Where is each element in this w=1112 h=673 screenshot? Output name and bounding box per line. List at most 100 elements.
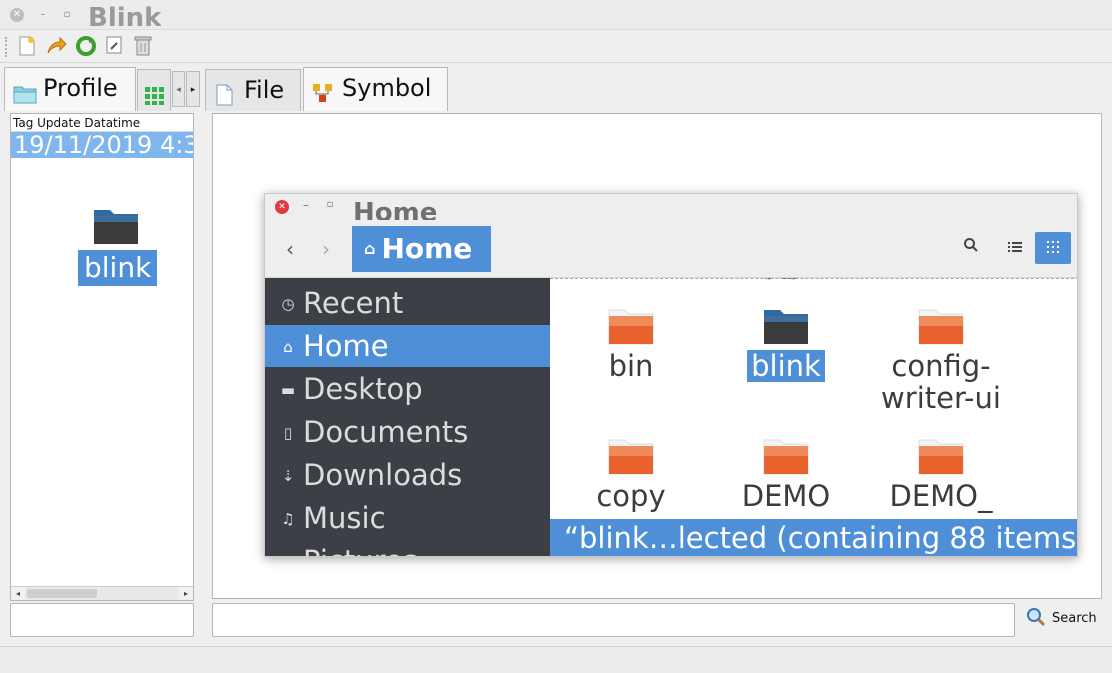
grid-view-icon[interactable] [1035,232,1071,264]
folder-icon [13,76,37,104]
search-input[interactable] [212,603,1015,637]
left-filter-input[interactable] [10,603,194,637]
tab-scroll-left-icon[interactable]: ◂ [172,71,185,107]
scrollbar-thumb[interactable] [27,589,97,598]
scroll-left-icon[interactable]: ◂ [11,587,25,600]
table-row[interactable]: 19/11/2019 4:3 [11,132,193,158]
search-button[interactable]: Search [1020,602,1104,636]
tab-profile[interactable]: Profile [4,67,136,111]
fm-file-grid: ets bin blink config- writer-ui copy [550,278,1077,556]
desktop-item-blink[interactable]: blink [78,206,158,286]
close-window-icon[interactable]: ✕ [10,8,24,22]
fm-selection-status: “blink…lected (containing 88 items) [550,519,1077,556]
folder-item[interactable]: config- writer-ui [866,306,1016,414]
sidebar-item-label: Recent [303,286,404,320]
file-manager-window: ✕ – ▫ Home ‹ › ⌂ Home ◷ Recent ⌂ Home ▬ Desk [264,193,1078,557]
sidebar-item-label: Desktop [303,372,423,406]
profile-table: Tag Update Datatime 19/11/2019 4:3 ◂ ▸ [10,113,194,601]
picture-icon: ▣ [277,541,299,556]
folder-name: config- [891,349,991,383]
folder-icon: ▬ [280,381,296,399]
horizontal-scrollbar[interactable]: ◂ ▸ [11,586,193,600]
folder-name: copy [596,479,666,513]
folder-item[interactable]: bin [556,306,706,382]
sidebar-item-music[interactable]: ♫ Music [265,497,550,539]
symbol-icon [312,76,336,102]
sidebar-item-pictures[interactable]: ▣ Pictures [265,540,550,556]
home-icon: ⌂ [364,239,376,258]
sidebar-item-label: Home [303,329,389,363]
sidebar-item-documents[interactable]: ▯ Documents [265,411,550,453]
blue-folder-icon [94,210,138,244]
toolbar-grip[interactable] [5,37,9,57]
sidebar-item-label: Pictures [303,544,418,556]
tab-file-label: File [244,76,285,104]
folder-item[interactable]: DEMO [711,436,861,512]
document-icon: ▯ [283,424,293,442]
folder-name: DEMO_ [889,479,993,513]
folder-item[interactable]: copy [556,436,706,512]
folder-name: blink [747,350,825,382]
settings-icon[interactable] [102,35,126,59]
refresh-icon[interactable] [74,35,98,59]
tab-scroll-right-icon[interactable]: ▸ [186,71,200,107]
folder-name: bin [608,349,654,383]
main-toolbar [0,31,1112,63]
sidebar-item-desktop[interactable]: ▬ Desktop [265,368,550,410]
trash-icon[interactable] [131,35,155,59]
folder-icon [763,439,809,475]
fm-minimize-icon[interactable]: – [299,198,313,212]
folder-name: DEMO [741,479,831,513]
folder-item[interactable]: DEMO_ [866,436,1016,512]
sidebar-item-label: Music [303,501,386,535]
back-icon[interactable]: ‹ [275,234,305,264]
sidebar-item-label: Documents [303,415,469,449]
app-window: ✕ – ▫ Blink Profile ◂ ▸ Tag Update Datat… [0,0,1112,673]
column-header-tag-update[interactable]: Tag Update Datatime [11,114,193,132]
tab-file[interactable]: File [205,69,301,111]
fm-sidebar: ◷ Recent ⌂ Home ▬ Desktop ▯ Documents ⇣ Downl… [265,278,550,556]
folder-item[interactable]: blink [711,306,861,382]
scroll-right-icon[interactable]: ▸ [179,587,193,600]
folder-icon [608,439,654,475]
desktop-item-label: blink [78,250,158,286]
tab-symbol[interactable]: Symbol [303,67,448,111]
fm-window-title: Home [353,198,438,220]
search-icon[interactable] [953,232,989,264]
folder-icon [608,309,654,345]
forward-nav-icon[interactable]: › [311,234,341,264]
window-title: Blink [88,3,162,30]
scroll-edge [550,278,1077,280]
folder-name-line2: writer-ui [881,381,1001,415]
tab-profile-label: Profile [43,74,118,102]
left-pane: Profile ◂ ▸ Tag Update Datatime 19/11/20… [4,67,202,645]
grid-icon [144,78,168,105]
tab-symbol-label: Symbol [342,74,432,102]
folder-icon [764,310,808,344]
list-view-icon[interactable] [997,232,1033,264]
fm-close-icon[interactable]: ✕ [275,200,289,214]
home-icon: ⌂ [283,338,293,356]
sidebar-item-label: Downloads [303,458,463,492]
download-icon: ⇣ [281,467,295,485]
folder-icon [918,439,964,475]
path-bar-home[interactable]: ⌂ Home [352,226,491,272]
sidebar-item-downloads[interactable]: ⇣ Downloads [265,454,550,496]
file-icon [214,78,238,106]
search-icon [1026,607,1046,627]
title-bar: ✕ – ▫ Blink [0,0,1112,30]
sidebar-item-home[interactable]: ⌂ Home [265,325,550,367]
path-bar-label: Home [381,232,473,265]
maximize-window-icon[interactable]: ▫ [60,8,74,22]
forward-icon[interactable] [45,35,69,59]
fm-title-bar: ✕ – ▫ Home [265,194,1077,220]
tab-grid[interactable] [137,69,171,111]
clock-icon: ◷ [281,295,295,313]
sidebar-item-recent[interactable]: ◷ Recent [265,282,550,324]
minimize-window-icon[interactable]: – [36,8,50,22]
search-button-label: Search [1052,611,1097,626]
fm-header-bar: ‹ › ⌂ Home [265,220,1077,278]
new-icon[interactable] [15,35,39,59]
fm-maximize-icon[interactable]: ▫ [323,198,337,212]
music-icon: ♫ [281,510,295,528]
